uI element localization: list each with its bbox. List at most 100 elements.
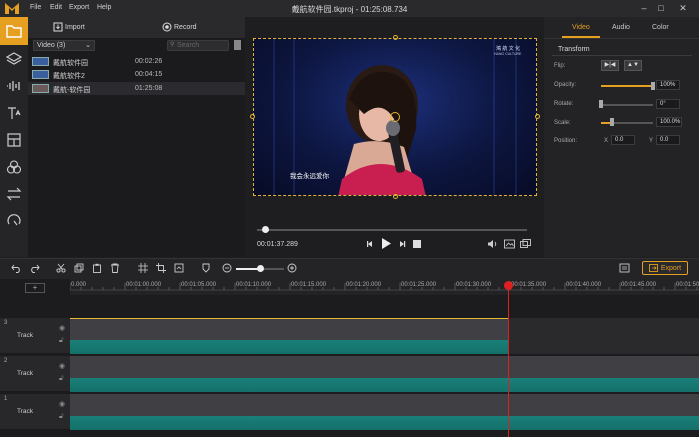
file-thumbnail — [32, 57, 49, 66]
audio-waveform[interactable] — [70, 378, 699, 392]
record-button[interactable]: Record — [174, 24, 197, 31]
eye-icon[interactable]: ◉ — [59, 362, 65, 370]
flip-vertical-icon[interactable]: ▲▼ — [624, 60, 642, 71]
minimize-icon[interactable]: – — [638, 3, 650, 13]
file-thumbnail — [32, 70, 49, 79]
scale-slider-knob[interactable] — [610, 118, 615, 126]
audio-waveform[interactable] — [70, 416, 699, 430]
ruler-tick-label: 00:01:30.000 — [456, 282, 492, 288]
opacity-slider-knob[interactable] — [651, 82, 655, 90]
add-track-icon[interactable]: + — [25, 283, 45, 293]
layers-icon[interactable] — [4, 49, 24, 69]
position-x-field[interactable]: 0.0 — [611, 135, 635, 145]
flip-horizontal-icon[interactable]: ▶|◀ — [601, 60, 619, 71]
settings-icon[interactable] — [618, 262, 630, 274]
eye-icon[interactable]: ◉ — [59, 324, 65, 332]
redo-icon[interactable] — [28, 262, 40, 274]
tab-video[interactable]: Video — [572, 24, 590, 31]
media-search-input[interactable]: ⚲ Search — [167, 40, 229, 51]
ruler-tick-label: 00:01:25.000 — [401, 282, 437, 288]
scale-field[interactable]: 100.0% — [656, 117, 682, 127]
zoom-in-icon[interactable] — [286, 262, 298, 274]
eye-icon[interactable]: ◉ — [59, 400, 65, 408]
sidebar-item-media[interactable] — [0, 17, 28, 45]
media-file-row[interactable]: 戴航软件园 00:02:26 — [28, 55, 245, 68]
zoom-out-icon[interactable] — [221, 262, 233, 274]
text-icon[interactable] — [4, 103, 24, 123]
lock-icon[interactable]: 🔓︎ — [59, 337, 64, 345]
center-handle[interactable] — [390, 112, 400, 122]
snapshot-icon[interactable] — [504, 239, 515, 249]
file-name: 戴航软件2 — [53, 73, 85, 80]
opacity-slider-fill — [601, 85, 653, 87]
step-back-icon[interactable] — [365, 239, 375, 249]
position-label: Position: — [554, 138, 578, 144]
delete-icon[interactable] — [109, 262, 121, 274]
copy-icon[interactable] — [73, 262, 85, 274]
opacity-label: Opacity: — [554, 82, 577, 88]
import-button[interactable]: Import — [65, 24, 85, 31]
split-icon[interactable] — [137, 262, 149, 274]
filter-icon[interactable] — [4, 157, 24, 177]
rotate-slider[interactable] — [601, 104, 653, 106]
playhead-handle[interactable] — [504, 281, 513, 290]
maximize-icon[interactable]: □ — [655, 3, 667, 13]
window-title: 戴航软件园.tkproj - 01:25:08.734 — [291, 5, 408, 14]
track-header: 3 Track ◉ 🔓︎ — [0, 318, 70, 354]
video-clip[interactable] — [70, 356, 699, 378]
cut-icon[interactable] — [55, 262, 67, 274]
list-view-icon[interactable] — [234, 40, 241, 50]
play-icon[interactable] — [380, 237, 392, 250]
scale-label: Scale: — [554, 120, 571, 126]
opacity-field[interactable]: 100% — [656, 80, 680, 90]
marker-icon[interactable] — [200, 262, 212, 274]
resize-handle[interactable] — [535, 114, 540, 119]
stop-icon[interactable] — [413, 240, 421, 248]
speed-icon[interactable] — [173, 262, 185, 274]
transition-icon[interactable] — [4, 184, 24, 204]
timeline-ruler[interactable] — [70, 279, 699, 295]
rotate-field[interactable]: 0° — [656, 99, 680, 109]
ruler-tick-label: 00:01:45.000 — [621, 282, 657, 288]
media-filter-value: Video (3) — [37, 42, 66, 49]
search-placeholder: Search — [177, 42, 200, 49]
audio-waveform[interactable] — [70, 340, 508, 354]
rotate-slider-knob[interactable] — [599, 100, 603, 108]
video-clip[interactable] — [70, 394, 699, 416]
zoom-slider-knob[interactable] — [257, 265, 264, 272]
resize-handle[interactable] — [393, 35, 398, 40]
undo-icon[interactable] — [10, 262, 22, 274]
playhead[interactable] — [508, 283, 509, 437]
export-button[interactable]: Export — [642, 261, 688, 275]
record-icon[interactable] — [162, 22, 172, 32]
resize-handle[interactable] — [250, 114, 255, 119]
lock-icon[interactable]: 🔓︎ — [59, 375, 64, 383]
step-forward-icon[interactable] — [397, 239, 407, 249]
export-icon — [648, 264, 658, 272]
media-file-row[interactable]: 戴航-软件园 01:25:08 — [28, 82, 245, 95]
lock-icon[interactable]: 🔓︎ — [59, 413, 64, 421]
volume-icon[interactable] — [487, 239, 498, 249]
close-icon[interactable]: ✕ — [677, 3, 689, 14]
tab-audio[interactable]: Audio — [612, 24, 630, 31]
crop-icon[interactable] — [155, 262, 167, 274]
paste-icon[interactable] — [91, 262, 103, 274]
template-icon[interactable] — [4, 130, 24, 150]
file-name: 戴航软件园 — [53, 60, 88, 67]
resize-handle[interactable] — [393, 194, 398, 199]
edit-toolbar — [0, 258, 699, 279]
fullscreen-icon[interactable] — [520, 239, 531, 249]
track-header: 2 Track ◉ 🔓︎ — [0, 356, 70, 392]
media-file-row[interactable]: 戴航软件2 00:04:15 — [28, 68, 245, 81]
position-y-field[interactable]: 0.0 — [656, 135, 680, 145]
preview-scrubber[interactable] — [257, 229, 527, 231]
ruler-tick-label: 00:01:20.000 — [346, 282, 382, 288]
media-filter-select[interactable]: Video (3) ⌄ — [33, 40, 95, 51]
tab-color[interactable]: Color — [652, 24, 669, 31]
video-clip[interactable] — [70, 318, 508, 340]
import-icon[interactable] — [53, 22, 63, 32]
position-x-label: X — [604, 138, 609, 144]
audio-icon[interactable] — [4, 76, 24, 96]
divider — [552, 55, 692, 56]
effects-icon[interactable] — [4, 211, 24, 231]
